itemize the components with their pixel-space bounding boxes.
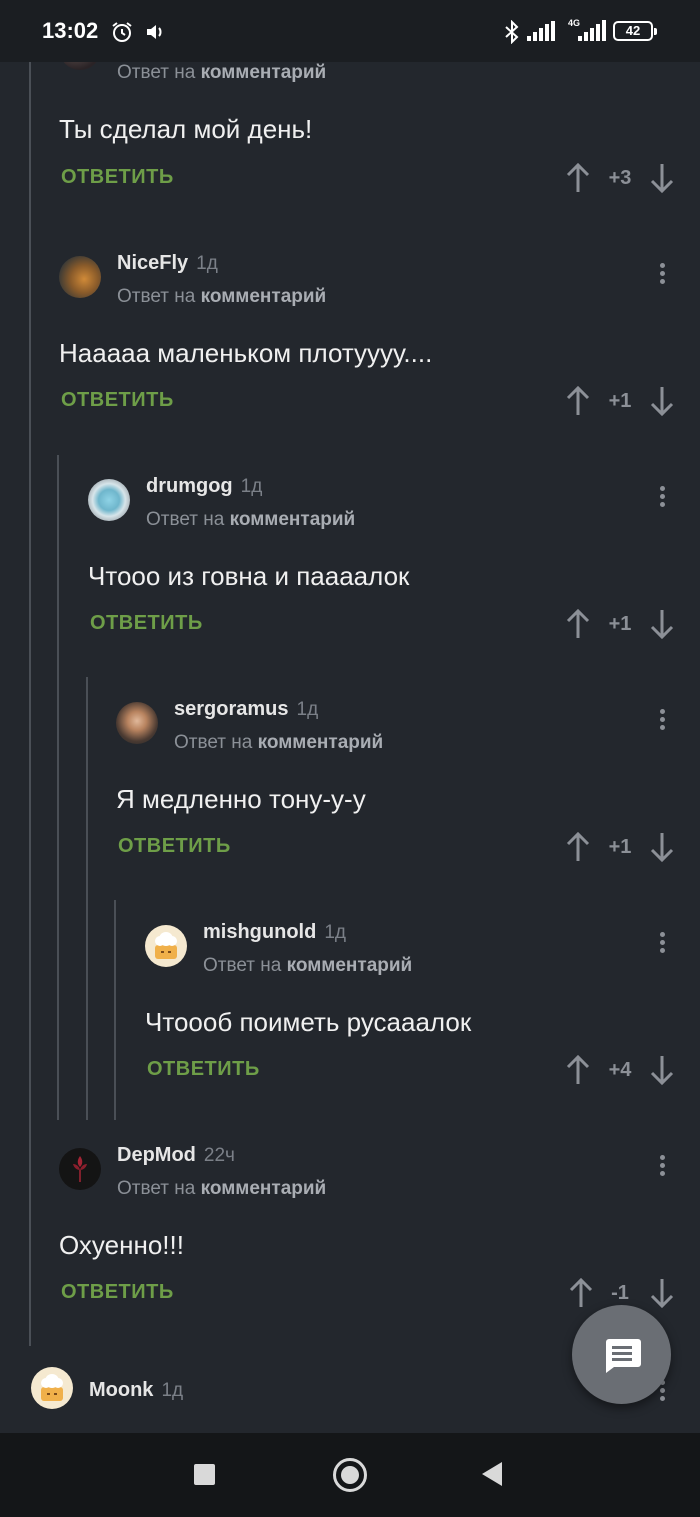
more-menu-icon[interactable] (652, 1152, 672, 1182)
system-nav-bar (0, 1433, 700, 1517)
comment-time: 1д (296, 699, 319, 720)
comment-text: Охуенно!!! (59, 1230, 184, 1260)
thread-line (57, 455, 59, 1120)
reply-button[interactable]: ОТВЕТИТЬ (147, 1058, 260, 1081)
more-menu-icon[interactable] (652, 483, 672, 513)
comment-author[interactable]: sergoramus 1д (174, 698, 318, 721)
arrow-down-icon[interactable] (650, 1277, 674, 1309)
arrow-up-icon[interactable] (566, 385, 590, 417)
reply-to[interactable]: Ответ на комментарий (117, 286, 326, 308)
recents-button[interactable] (194, 1464, 215, 1485)
arrow-down-icon[interactable] (650, 1054, 674, 1086)
reply-button[interactable]: ОТВЕТИТЬ (61, 389, 174, 412)
reply-to[interactable]: Ответ на комментарий (146, 509, 355, 531)
arrow-up-icon[interactable] (566, 608, 590, 640)
reply-to: Ответ на комментарий (117, 62, 327, 83)
alarm-icon (112, 22, 132, 42)
signal-4g-icon: 4G (568, 18, 606, 41)
status-bar: 13:02 4G 42 (0, 0, 700, 62)
vote-score: +1 (608, 613, 632, 635)
avatar[interactable] (59, 1148, 101, 1190)
comment-time: 1д (324, 922, 346, 943)
thread-line (86, 677, 88, 1120)
arrow-up-icon[interactable] (566, 162, 590, 194)
reply-button[interactable]: ОТВЕТИТЬ (90, 612, 203, 635)
comment-icon (606, 1339, 641, 1373)
avatar[interactable] (116, 702, 158, 744)
comment-time: 1д (161, 1380, 184, 1401)
vote-score: +4 (608, 1059, 632, 1081)
arrow-down-icon[interactable] (650, 831, 674, 863)
reply-button[interactable]: ОТВЕТИТЬ (61, 166, 174, 189)
comment-fab-button[interactable] (572, 1305, 671, 1404)
svg-text:4G: 4G (568, 18, 580, 28)
vote-score: +1 (608, 836, 632, 858)
comment-text: Нааааа маленьком плотуууу.... (59, 338, 433, 368)
comment-author[interactable]: Moonk 1д (89, 1379, 183, 1402)
rose-avatar-icon (73, 1156, 87, 1182)
arrow-down-icon[interactable] (650, 385, 674, 417)
comment-author[interactable]: DepMod 22ч (117, 1144, 235, 1167)
thread-line (114, 900, 116, 1120)
comment-author[interactable]: NiceFly 1д (117, 252, 218, 275)
vote-score: +3 (608, 167, 632, 189)
more-menu-icon[interactable] (652, 260, 672, 290)
back-button[interactable] (482, 1462, 502, 1486)
reply-to[interactable]: Ответ на комментарий (203, 955, 412, 977)
thread-line (29, 62, 31, 1346)
comment-text: Чтооо из говна и паааалок (88, 561, 410, 591)
reply-to[interactable]: Ответ на комментарий (117, 1178, 326, 1200)
more-menu-icon[interactable] (652, 706, 672, 736)
reply-to[interactable]: Ответ на комментарий (174, 732, 383, 754)
arrow-up-icon[interactable] (566, 1054, 590, 1086)
avatar[interactable] (88, 479, 130, 521)
more-menu-icon[interactable] (652, 929, 672, 959)
arrow-up-icon[interactable] (566, 831, 590, 863)
comment-text: Я медленно тону-у-у (116, 784, 366, 814)
comment-time: 22ч (203, 1145, 235, 1166)
comment-time: 1д (240, 476, 263, 497)
battery-indicator: 42 (613, 21, 657, 41)
signal-icon (527, 21, 555, 41)
home-button[interactable] (333, 1458, 367, 1492)
bluetooth-icon (505, 20, 519, 44)
avatar[interactable] (31, 1367, 73, 1409)
comment-text: Чтоооб поиметь русааалок (145, 1007, 472, 1037)
sound-icon (147, 25, 162, 39)
arrow-down-icon[interactable] (650, 162, 674, 194)
arrow-up-icon[interactable] (569, 1277, 593, 1309)
comment-time: 1д (196, 253, 218, 274)
vote-score: -1 (611, 1282, 629, 1304)
avatar[interactable] (59, 256, 101, 298)
reply-button[interactable]: ОТВЕТИТЬ (61, 1281, 174, 1304)
arrow-down-icon[interactable] (650, 608, 674, 640)
vote-score: +1 (608, 390, 632, 412)
clock: 13:02 (42, 18, 99, 43)
reply-button[interactable]: ОТВЕТИТЬ (118, 835, 231, 858)
comment-author[interactable]: mishgunold 1д (203, 921, 346, 944)
avatar[interactable] (145, 925, 187, 967)
comment-text: Ты сделал мой день! (59, 114, 313, 144)
comment-author[interactable]: drumgog 1д (146, 475, 262, 498)
chef-avatar-icon (155, 932, 177, 959)
chef-avatar-icon (41, 1374, 63, 1401)
